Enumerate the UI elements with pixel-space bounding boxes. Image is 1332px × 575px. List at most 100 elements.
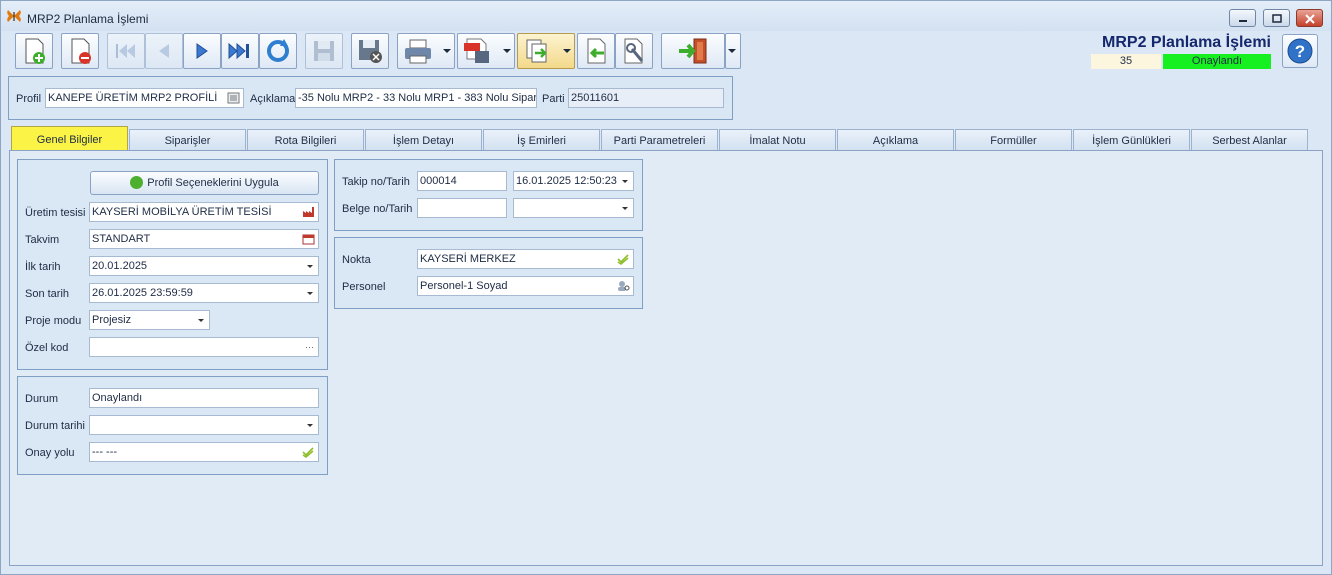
tab-rota-bilgileri[interactable]: Rota Bilgileri	[247, 129, 364, 150]
tab-serbest-alanlar[interactable]: Serbest Alanlar	[1191, 129, 1308, 150]
parti-label: Parti	[542, 93, 565, 105]
new-record-button[interactable]	[15, 33, 53, 69]
copy-transfer-icon	[526, 39, 547, 63]
ellipsis-icon[interactable]: ···	[305, 338, 314, 356]
next-record-button[interactable]	[183, 33, 221, 69]
durum-field[interactable]: Onaylandı	[89, 388, 319, 408]
chevron-down-icon[interactable]	[622, 180, 628, 183]
double-check-icon[interactable]	[617, 253, 630, 265]
print-icon	[405, 39, 431, 64]
nokta-label: Nokta	[342, 254, 371, 266]
tab-aciklama[interactable]: Açıklama	[837, 129, 954, 150]
ozel-kod-field[interactable]: ···	[89, 337, 319, 357]
takip-tarih-field[interactable]: 16.01.2025 12:50:23	[513, 171, 634, 191]
minimize-button[interactable]	[1229, 9, 1256, 27]
factory-icon[interactable]	[302, 206, 315, 218]
uretim-tesisi-field[interactable]: KAYSERİ MOBİLYA ÜRETİM TESİSİ	[89, 202, 319, 222]
apply-profile-button[interactable]: Profil Seçeneklerini Uygula	[90, 171, 319, 195]
last-record-icon	[228, 42, 249, 60]
ozel-kod-label: Özel kod	[25, 342, 69, 354]
son-tarih-value: 26.01.2025 23:59:59	[92, 287, 193, 299]
chevron-down-icon[interactable]	[307, 265, 313, 268]
takvim-field[interactable]: STANDART	[89, 229, 319, 249]
proje-modu-select[interactable]: Projesiz	[89, 310, 210, 330]
delete-record-icon	[71, 38, 91, 64]
return-button[interactable]	[577, 33, 615, 69]
belge-no-field[interactable]	[417, 198, 507, 218]
butterfly-icon	[7, 10, 21, 22]
refresh-icon	[267, 39, 289, 62]
close-button[interactable]	[1296, 9, 1323, 27]
first-record-icon	[116, 44, 135, 58]
exit-icon	[679, 38, 707, 64]
maximize-icon	[1271, 14, 1282, 23]
parti-field[interactable]: 25011601	[568, 88, 724, 108]
delete-record-button[interactable]	[61, 33, 99, 69]
tracking-group	[334, 159, 643, 231]
exit-button[interactable]	[661, 33, 725, 69]
tab-genel-bilgiler[interactable]: Genel Bilgiler	[11, 126, 128, 150]
maximize-button[interactable]	[1263, 9, 1290, 27]
title-bar: MRP2 Planlama İşlemi	[1, 1, 1331, 31]
tab-formuller[interactable]: Formüller	[955, 129, 1072, 150]
chevron-down-icon[interactable]	[307, 292, 313, 295]
last-record-button[interactable]	[221, 33, 259, 69]
personel-label: Personel	[342, 281, 386, 293]
svg-text:?: ?	[1295, 42, 1305, 61]
takip-no-value: 000014	[420, 175, 457, 187]
aciklama-value: -35 Nolu MRP2 - 33 Nolu MRP1 - 383 Nolu …	[298, 92, 537, 104]
header-title: MRP2 Planlama İşlemi	[1102, 34, 1271, 51]
tab-parti-parametreleri[interactable]: Parti Parametreleri	[601, 129, 718, 150]
pdf-button[interactable]	[457, 33, 515, 69]
tab-islem-detayi[interactable]: İşlem Detayı	[365, 129, 482, 150]
belge-tarih-field[interactable]	[513, 198, 634, 218]
durum-value: Onaylandı	[92, 392, 143, 404]
onay-yolu-label: Onay yolu	[25, 447, 75, 459]
person-search-icon[interactable]	[617, 280, 630, 292]
first-record-button[interactable]	[107, 33, 145, 69]
ilk-tarih-field[interactable]: 20.01.2025	[89, 256, 319, 276]
son-tarih-label: Son tarih	[25, 288, 70, 300]
profil-field[interactable]: KANEPE ÜRETİM MRP2 PROFİLİ	[45, 88, 244, 108]
tab-siparisler[interactable]: Siparişler	[129, 129, 246, 150]
takip-no-field[interactable]: 000014	[417, 171, 507, 191]
cancel-save-button[interactable]	[351, 33, 389, 69]
onay-yolu-field[interactable]: --- ---	[89, 442, 319, 462]
proje-modu-value: Projesiz	[92, 314, 132, 326]
print-button[interactable]	[397, 33, 455, 69]
chevron-down-icon[interactable]	[307, 424, 313, 427]
refresh-button[interactable]	[259, 33, 297, 69]
nokta-field[interactable]: KAYSERİ MERKEZ	[417, 249, 634, 269]
tab-islem-gunlukleri[interactable]: İşlem Günlükleri	[1073, 129, 1190, 150]
exit-menu-dropdown-icon	[728, 49, 736, 53]
settings-button[interactable]	[615, 33, 653, 69]
personel-field[interactable]: Personel-1 Soyad	[417, 276, 634, 296]
copy-transfer-button[interactable]	[517, 33, 575, 69]
close-icon	[1304, 14, 1315, 24]
aciklama-field[interactable]: -35 Nolu MRP2 - 33 Nolu MRP1 - 383 Nolu …	[295, 88, 537, 108]
parti-value: 25011601	[571, 92, 620, 104]
tab-imalat-notu[interactable]: İmalat Notu	[719, 129, 836, 150]
new-record-icon	[25, 38, 45, 64]
exit-menu-button[interactable]	[725, 33, 741, 69]
pdf-dropdown-icon	[503, 49, 511, 53]
tab-is-emirleri[interactable]: İş Emirleri	[483, 129, 600, 150]
belge-label: Belge no/Tarih	[342, 203, 413, 215]
double-check-icon[interactable]	[302, 446, 315, 458]
help-button[interactable]: ?	[1282, 34, 1318, 68]
durum-tarihi-field[interactable]	[89, 415, 319, 435]
personel-value: Personel-1 Soyad	[420, 280, 508, 292]
save-icon	[314, 41, 334, 61]
apply-profile-label: Profil Seçeneklerini Uygula	[147, 177, 279, 189]
previous-record-button[interactable]	[145, 33, 183, 69]
chevron-down-icon[interactable]	[198, 319, 204, 322]
list-picker-icon[interactable]	[227, 92, 240, 104]
son-tarih-field[interactable]: 26.01.2025 23:59:59	[89, 283, 319, 303]
save-button[interactable]	[305, 33, 343, 69]
window-title: MRP2 Planlama İşlemi	[27, 12, 149, 26]
durum-tarihi-label: Durum tarihi	[25, 420, 85, 432]
profil-label: Profil	[16, 93, 42, 105]
calendar-icon[interactable]	[302, 233, 315, 245]
chevron-down-icon[interactable]	[622, 207, 628, 210]
check-circle-icon	[130, 175, 144, 189]
